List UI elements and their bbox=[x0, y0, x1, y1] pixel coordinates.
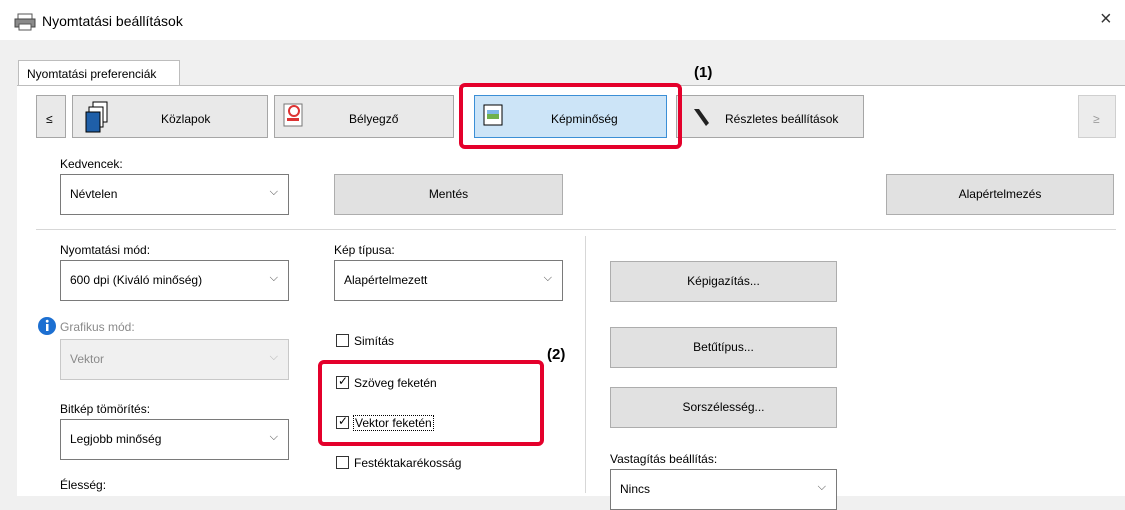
nav-label: Részletes beállítások bbox=[725, 112, 839, 126]
thickening-dropdown[interactable]: Nincs ⌵ bbox=[610, 469, 837, 510]
tab-label: Nyomtatási preferenciák bbox=[27, 67, 157, 81]
tab-print-preferences[interactable]: Nyomtatási preferenciák bbox=[18, 60, 180, 87]
print-mode-dropdown[interactable]: 600 dpi (Kiváló minőség) ⌵ bbox=[60, 260, 289, 301]
section-divider bbox=[36, 229, 1116, 230]
callout-highlight-2 bbox=[318, 360, 544, 446]
title-bar: Nyomtatási beállítások × bbox=[0, 0, 1125, 40]
nav-item-belyegzo[interactable]: Bélyegző bbox=[274, 95, 454, 138]
chevron-down-icon: ⌵ bbox=[817, 481, 826, 493]
smoothing-label: Simítás bbox=[354, 334, 395, 348]
image-type-dropdown[interactable]: Alapértelmezett ⌵ bbox=[334, 260, 563, 301]
nav-prev-button[interactable]: ≤ bbox=[36, 95, 66, 138]
font-button[interactable]: Betűtípus... bbox=[610, 327, 837, 368]
pages-icon bbox=[85, 101, 108, 133]
line-spacing-button[interactable]: Sorszélesség... bbox=[610, 387, 837, 428]
stamp-icon bbox=[283, 103, 303, 127]
sharpness-label: Élesség: bbox=[60, 478, 107, 492]
toner-save-label: Festéktakarékosság bbox=[354, 456, 462, 470]
graphics-mode-label: Grafikus mód: bbox=[60, 320, 135, 334]
toner-save-checkbox[interactable] bbox=[336, 456, 349, 469]
bitmap-compression-label: Bitkép tömörítés: bbox=[60, 402, 151, 416]
chevron-down-icon: ⌵ bbox=[543, 272, 552, 284]
nav-label: Bélyegző bbox=[349, 112, 399, 126]
chevron-down-icon: ⌵ bbox=[269, 431, 278, 443]
default-button[interactable]: Alapértelmezés bbox=[886, 174, 1114, 215]
nav-item-kozlapok[interactable]: Közlapok bbox=[72, 95, 268, 138]
info-icon bbox=[38, 317, 56, 335]
thickening-label: Vastagítás beállítás: bbox=[610, 452, 718, 466]
wrench-icon bbox=[694, 109, 709, 126]
printer-icon bbox=[14, 13, 36, 31]
column-divider bbox=[585, 236, 586, 493]
chevron-down-icon: ⌵ bbox=[269, 186, 278, 198]
save-button[interactable]: Mentés bbox=[334, 174, 563, 215]
chevron-down-icon: ⌵ bbox=[269, 351, 278, 363]
window-title: Nyomtatási beállítások bbox=[42, 13, 183, 29]
nav-next-button[interactable]: ≥ bbox=[1078, 95, 1116, 138]
print-mode-label: Nyomtatási mód: bbox=[60, 243, 151, 257]
callout-highlight-1 bbox=[459, 83, 682, 149]
close-button[interactable]: × bbox=[1100, 8, 1112, 31]
nav-item-reszletes[interactable]: Részletes beállítások bbox=[676, 95, 864, 138]
smoothing-checkbox[interactable] bbox=[336, 334, 349, 347]
callout-label-2: (2) bbox=[547, 346, 566, 363]
favorites-label: Kedvencek: bbox=[60, 157, 123, 171]
image-adjust-button[interactable]: Képigazítás... bbox=[610, 261, 837, 302]
nav-label: Közlapok bbox=[161, 112, 211, 126]
graphics-mode-dropdown[interactable]: Vektor ⌵ bbox=[60, 339, 289, 380]
bitmap-compression-dropdown[interactable]: Legjobb minőség ⌵ bbox=[60, 419, 289, 460]
favorites-dropdown[interactable]: Névtelen ⌵ bbox=[60, 174, 289, 215]
chevron-down-icon: ⌵ bbox=[269, 272, 278, 284]
image-type-label: Kép típusa: bbox=[334, 243, 395, 257]
callout-label-1: (1) bbox=[694, 64, 713, 81]
